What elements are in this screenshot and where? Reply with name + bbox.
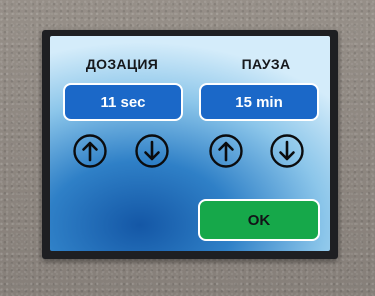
pause-label: ПАУЗА <box>241 56 291 72</box>
pause-increase-button[interactable] <box>208 133 244 169</box>
pause-value: 15 min <box>235 93 283 111</box>
dosing-increase-button[interactable] <box>72 133 108 169</box>
dosing-decrease-button[interactable] <box>134 133 170 169</box>
dosing-value: 11 sec <box>100 93 146 111</box>
arrow-up-circle-icon <box>73 134 107 168</box>
pause-value-display[interactable]: 15 min <box>199 83 319 121</box>
ok-button-label: OK <box>247 211 271 229</box>
arrow-down-circle-icon <box>270 134 304 168</box>
dosing-value-display[interactable]: 11 sec <box>63 83 183 121</box>
ok-button[interactable]: OK <box>198 199 320 241</box>
dosing-label: ДОЗАЦИЯ <box>85 56 159 72</box>
arrow-up-circle-icon <box>209 134 243 168</box>
pause-decrease-button[interactable] <box>269 133 305 169</box>
arrow-down-circle-icon <box>135 134 169 168</box>
touch-screen: ДОЗАЦИЯ ПАУЗА 11 sec 15 min OK <box>50 36 330 251</box>
